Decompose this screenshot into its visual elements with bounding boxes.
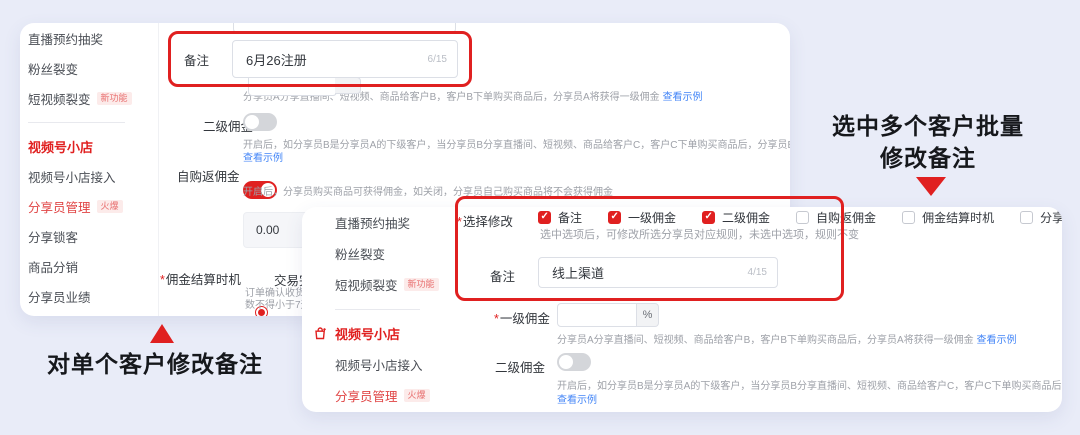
second-commission-toggle[interactable] <box>557 353 591 371</box>
toggle-knob <box>245 115 259 129</box>
option-label: 备注 <box>558 209 582 226</box>
clipped-percent-suffix <box>335 77 361 94</box>
helper-text: 开启后，如分享员B是分享员A的下级客户，当分享员B分享直播间、短视频、商品给客户… <box>557 381 1062 392</box>
modify-options-row: 备注 一级佣金 二级佣金 自购返佣金 <box>538 209 1062 226</box>
note-label: 备注 <box>184 50 209 69</box>
self-rebate-label: 自购返佣金 <box>177 166 240 185</box>
note-value: 6月26注册 <box>233 50 428 69</box>
option-label: 二级佣金 <box>722 209 770 226</box>
select-option[interactable]: 佣金结算时机 <box>902 209 994 226</box>
required-asterisk: * <box>160 273 165 287</box>
view-example-link[interactable]: 查看示例 <box>976 335 1016 346</box>
batch-edit-callout: 选中多个客户批量 修改备注 <box>818 110 1038 174</box>
checkbox[interactable] <box>796 211 809 224</box>
batch-edit-panel: 直播预约抽奖 粉丝裂变 短视频裂变 新功能 <box>302 207 1062 412</box>
note-char-counter: 4/15 <box>748 267 777 278</box>
checkbox[interactable] <box>608 211 621 224</box>
option-label: 一级佣金 <box>628 209 676 226</box>
first-commission-label: *一级佣金 <box>494 308 550 327</box>
checkbox[interactable] <box>538 211 551 224</box>
note-input[interactable]: 6月26注册 6/15 <box>232 40 458 78</box>
checkbox[interactable] <box>702 211 715 224</box>
settle-label: *佣金结算时机 <box>160 269 241 288</box>
select-option[interactable]: 二级佣金 <box>702 209 770 226</box>
view-example-row: 查看示例 <box>243 152 283 165</box>
helper-text: 分享员A分享直播间、短视频、商品给客户B，客户B下单购买商品后，分享员A将获得一… <box>557 335 974 346</box>
view-example-link[interactable]: 查看示例 <box>243 153 283 164</box>
single-edit-callout: 对单个客户修改备注 <box>35 348 275 380</box>
first-commission-helper: 分享员A分享直播间、短视频、商品给客户B，客户B下单购买商品后，分享员A将获得一… <box>557 334 1016 347</box>
checkbox[interactable] <box>902 211 915 224</box>
batch-note-input[interactable]: 线上渠道 4/15 <box>538 257 778 288</box>
checkbox[interactable] <box>1020 211 1033 224</box>
clipped-top-input[interactable] <box>233 23 456 33</box>
settle-note-2: 数不得小于7天 <box>245 299 311 312</box>
arrow-down-icon <box>916 177 946 196</box>
percent-suffix: % <box>637 303 659 327</box>
required-asterisk: * <box>494 312 499 326</box>
helper-text: 开启后，分享员购买商品可获得佣金，如关闭，分享员自己购买商品将不会获得佣金 <box>243 187 613 198</box>
toggle-knob <box>559 355 573 369</box>
second-commission-toggle[interactable] <box>243 113 277 131</box>
view-example-link[interactable]: 查看示例 <box>557 395 597 406</box>
select-option[interactable]: 自购返佣金 <box>796 209 876 226</box>
select-modify-label: *选择修改 <box>457 211 513 230</box>
arrow-up-icon <box>150 324 174 343</box>
callout-line1: 选中多个客户批量 <box>818 110 1038 142</box>
option-label: 分享员 <box>1040 209 1062 226</box>
option-label: 自购返佣金 <box>816 209 876 226</box>
select-option[interactable]: 备注 <box>538 209 582 226</box>
required-asterisk: * <box>457 215 462 229</box>
callout-line2: 修改备注 <box>818 142 1038 174</box>
option-label: 佣金结算时机 <box>922 209 994 226</box>
second-commission-helper: 开启后，如分享员B是分享员A的下级客户，当分享员B分享直播间、短视频、商品给客户… <box>557 380 1062 393</box>
select-modify-helper: 选中选项后，可修改所选分享员对应规则，未选中选项，规则不变 <box>540 229 859 242</box>
view-example-row: 查看示例 <box>557 394 597 407</box>
label-text: 一级佣金 <box>500 312 550 326</box>
panel2-form: *选择修改 备注 一级佣金 二级佣金 <box>302 207 1062 412</box>
first-commission-input[interactable] <box>557 303 637 327</box>
clipped-commission-input[interactable] <box>248 77 337 96</box>
self-rebate-helper: 开启后，分享员购买商品可获得佣金，如关闭，分享员自己购买商品将不会获得佣金 <box>243 186 613 199</box>
label-text: 佣金结算时机 <box>166 273 241 287</box>
second-commission-label: 二级佣金 <box>495 357 545 376</box>
note-char-counter: 6/15 <box>428 54 457 65</box>
note-value: 线上渠道 <box>539 263 748 282</box>
view-example-link[interactable]: 查看示例 <box>662 92 702 103</box>
second-commission-helper: 开启后，如分享员B是分享员A的下级客户，当分享员B分享直播间、短视频、商品给客户… <box>243 139 790 152</box>
select-option[interactable]: 一级佣金 <box>608 209 676 226</box>
screenshot-canvas: 直播预约抽奖 粉丝裂变 短视频裂变 新功能 <box>0 0 1080 435</box>
label-text: 选择修改 <box>463 215 513 229</box>
select-option[interactable]: 分享员 <box>1020 209 1062 226</box>
helper-text: 开启后，如分享员B是分享员A的下级客户，当分享员B分享直播间、短视频、商品给客户… <box>243 140 790 151</box>
batch-note-label: 备注 <box>490 266 515 285</box>
